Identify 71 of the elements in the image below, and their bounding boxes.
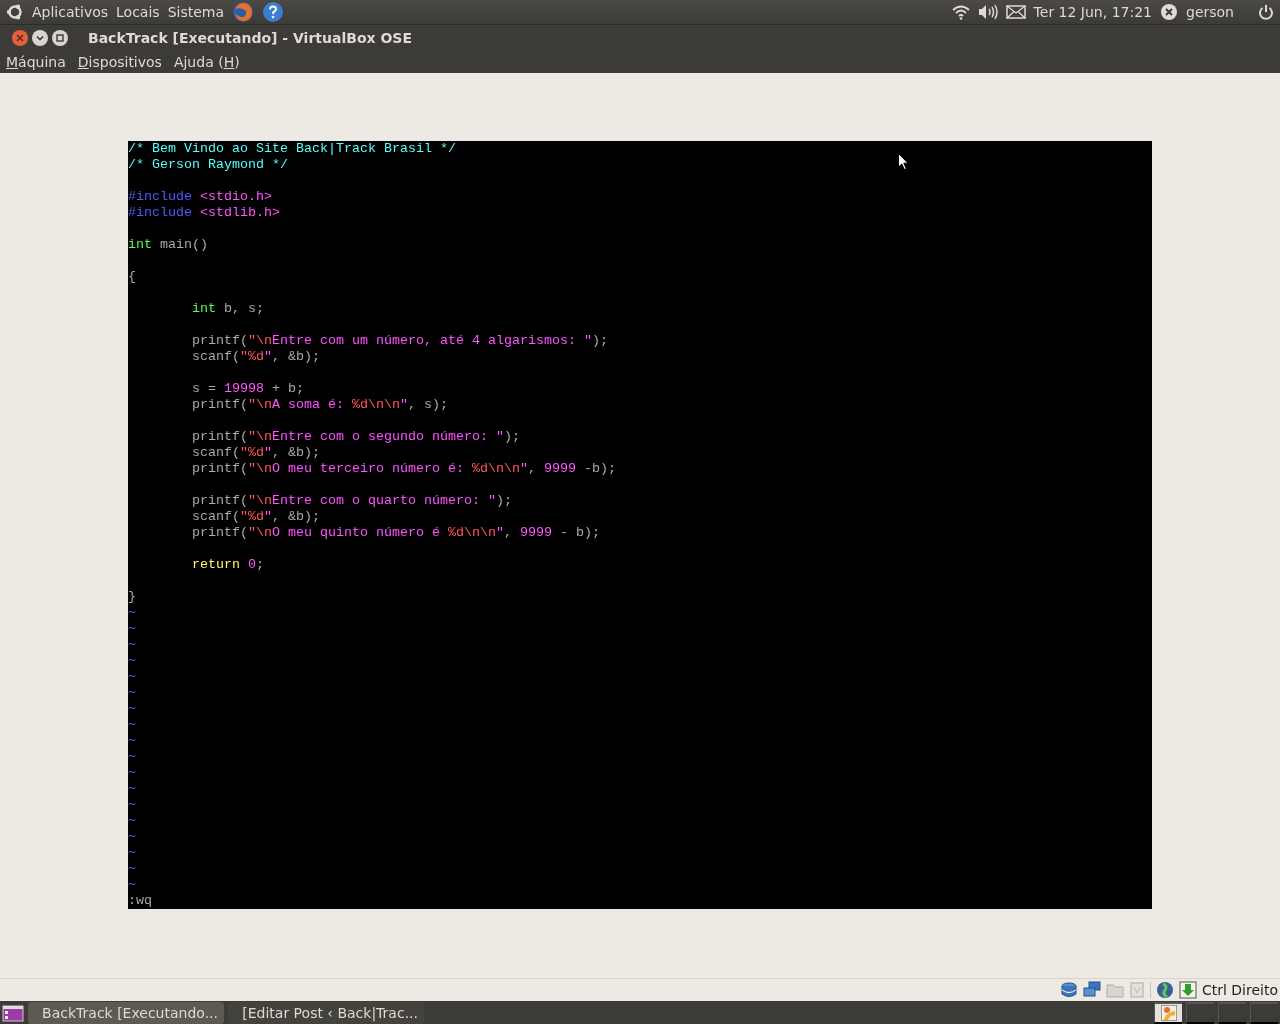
panel-menu[interactable]: Sistema <box>167 4 225 20</box>
mail-icon[interactable] <box>1005 5 1026 19</box>
user-status-icon[interactable] <box>1160 3 1178 21</box>
empty-line-marker: ~ <box>128 813 136 828</box>
panel-menu[interactable]: Aplicativos <box>32 4 109 20</box>
code-line: scanf("%d", &b); <box>191 445 320 461</box>
disk-icon[interactable] <box>1059 981 1078 999</box>
code-line: #include <stdlib.h> <box>128 205 280 221</box>
code-line: return 0; <box>191 557 264 573</box>
empty-line-marker: ~ <box>128 717 136 732</box>
code-line: printf("\nO meu quinto número é %d\n\n", 9999 - b); <box>191 525 600 541</box>
code-line: printf("\nA soma é: %d\n\n", s); <box>191 397 448 413</box>
download-arrow-icon[interactable] <box>1178 981 1197 999</box>
code-line: printf("\nO meu terceiro número é: %d\n\n", 9999 -b); <box>191 461 616 477</box>
network-icon[interactable] <box>1082 981 1101 999</box>
empty-line-marker: ~ <box>128 605 136 620</box>
empty-line-marker: ~ <box>128 829 136 844</box>
empty-line-marker: ~ <box>128 861 136 876</box>
logo-icon[interactable] <box>6 3 24 21</box>
command-line: :wq <box>128 893 152 909</box>
close-button[interactable] <box>12 30 28 46</box>
chevron-down-icon <box>36 34 44 42</box>
empty-line-marker: ~ <box>128 701 136 716</box>
code-line: #include <stdio.h> <box>128 189 272 205</box>
mouse-pointer-icon <box>898 153 909 170</box>
wifi-icon[interactable] <box>951 4 970 20</box>
empty-line-marker: ~ <box>128 797 136 812</box>
minimize-button[interactable] <box>32 30 48 46</box>
power-icon[interactable] <box>1258 4 1274 20</box>
empty-line-marker: ~ <box>128 781 136 796</box>
user-name[interactable]: gerson <box>1186 4 1234 20</box>
code-line: int main() <box>128 237 208 253</box>
volume-icon[interactable] <box>977 4 998 20</box>
code-line: /* Gerson Raymond */ <box>128 157 288 173</box>
code-line: int b, s; <box>191 301 264 317</box>
window-title: BackTrack [Executando] - VirtualBox OSE <box>88 30 412 46</box>
empty-line-marker: ~ <box>128 749 136 764</box>
code-line: /* Bem Vindo ao Site Back|Track Brasil */ <box>128 141 456 157</box>
maximize-button[interactable] <box>52 30 68 46</box>
empty-line-marker: ~ <box>128 621 136 636</box>
close-icon <box>16 34 24 42</box>
empty-line-marker: ~ <box>128 685 136 700</box>
menu-item[interactable]: Máquina <box>6 54 66 70</box>
menu-item[interactable]: Ajuda (H) <box>173 54 240 70</box>
panel-menu[interactable]: Locais <box>116 4 160 20</box>
code-line: s = 19998 + b; <box>191 381 304 397</box>
empty-line-marker: ~ <box>128 733 136 748</box>
code-line: scanf("%d", &b); <box>191 349 320 365</box>
code-line: { <box>128 269 136 285</box>
empty-line-marker: ~ <box>128 845 136 860</box>
empty-line-marker: ~ <box>128 653 136 668</box>
help-icon[interactable] <box>262 1 285 23</box>
code-line: printf("\nEntre com o quarto número: "); <box>191 493 512 509</box>
code-line: printf("\nEntre com um número, até 4 algarismos: "); <box>191 333 608 349</box>
clock[interactable]: Ter 12 Jun, 17:21 <box>1033 4 1152 20</box>
host-key-label: Ctrl Direito <box>1201 982 1278 998</box>
taskbar-button[interactable]: [Editar Post ‹ Back|Trac... <box>228 1002 424 1024</box>
workspace-button[interactable] <box>1154 1002 1182 1024</box>
taskbar-button[interactable]: BackTrack [Executando... <box>28 1002 224 1024</box>
code-line: } <box>128 589 136 605</box>
empty-line-marker: ~ <box>128 669 136 684</box>
empty-line-marker: ~ <box>128 637 136 652</box>
app-icon <box>1160 1005 1177 1021</box>
empty-line-marker: ~ <box>128 765 136 780</box>
globe-icon[interactable] <box>1155 981 1174 999</box>
menu-item[interactable]: Dispositivos <box>77 54 162 70</box>
empty-line-marker: ~ <box>128 877 136 892</box>
code-line: scanf("%d", &b); <box>191 509 320 525</box>
code-line: printf("\nEntre com o segundo número: "); <box>191 429 520 445</box>
square-icon <box>56 34 64 42</box>
show-desktop-icon[interactable] <box>2 1004 24 1022</box>
